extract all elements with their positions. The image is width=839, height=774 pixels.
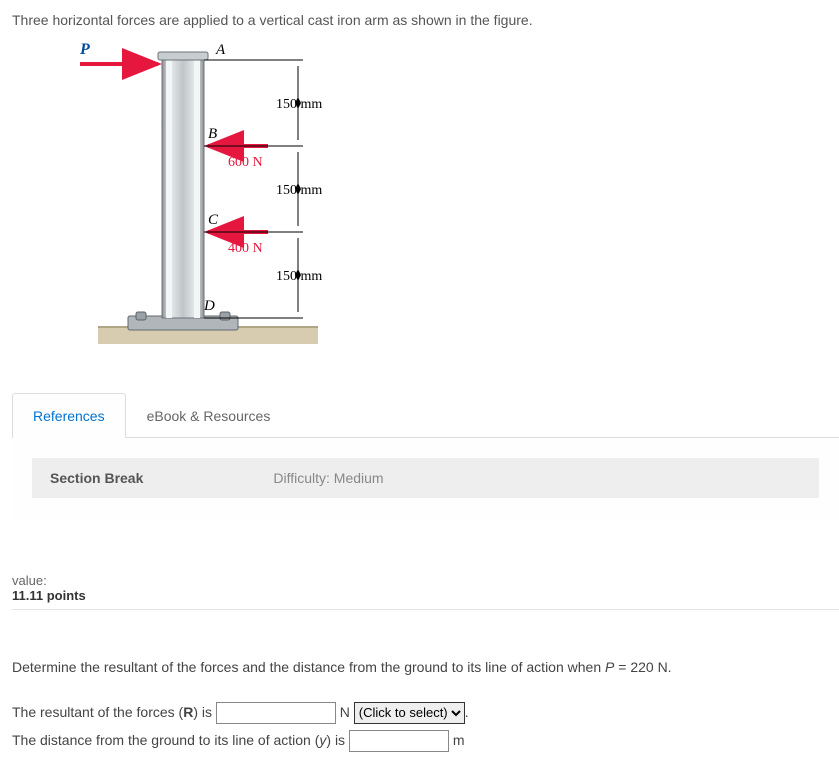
- line1-bold: R: [183, 704, 193, 720]
- line1-end: .: [465, 704, 469, 720]
- line2-pre: The distance from the ground to its line…: [12, 732, 319, 748]
- question-prompt: Determine the resultant of the forces an…: [12, 655, 839, 680]
- tab-panel: Section Break Difficulty: Medium: [12, 437, 839, 518]
- answer-line-r: The resultant of the forces (R) is N (Cl…: [12, 698, 839, 726]
- input-distance[interactable]: [349, 730, 449, 752]
- figure-label-d: D: [203, 298, 215, 314]
- value-block: value: 11.11 points: [12, 573, 839, 603]
- tab-ebook[interactable]: eBook & Resources: [126, 393, 292, 438]
- difficulty-label: Difficulty: Medium: [273, 470, 383, 486]
- line2-post: ) is: [326, 732, 349, 748]
- prompt-post: = 220 N.: [614, 659, 671, 675]
- divider: [12, 609, 839, 610]
- line2-var: y: [319, 732, 326, 748]
- figure-dim-cd: 150 mm: [276, 269, 322, 284]
- unit-n: N: [336, 704, 354, 720]
- line1-post: ) is: [193, 704, 216, 720]
- tab-references[interactable]: References: [12, 393, 126, 438]
- figure-dim-ab: 150 mm: [276, 97, 322, 112]
- section-break-label: Section Break: [50, 470, 143, 486]
- figure-force-c: 400 N: [228, 241, 263, 256]
- figure-label-a: A: [215, 42, 226, 58]
- select-direction[interactable]: (Click to select): [354, 702, 465, 724]
- unit-m: m: [449, 732, 465, 748]
- line1-pre: The resultant of the forces (: [12, 704, 183, 720]
- answer-line-y: The distance from the ground to its line…: [12, 726, 839, 754]
- figure-label-b: B: [208, 126, 217, 142]
- figure-label-p: P: [79, 41, 90, 58]
- figure-force-b: 600 N: [228, 155, 263, 170]
- figure-dim-bc: 150 mm: [276, 183, 322, 198]
- points-value: 11.11 points: [12, 588, 839, 603]
- problem-figure: P A B 600 N C 400 N D 150 mm 150 mm 150 …: [68, 38, 839, 358]
- tabs: References eBook & Resources: [12, 393, 839, 438]
- problem-intro: Three horizontal forces are applied to a…: [12, 12, 839, 28]
- answer-lines: The resultant of the forces (R) is N (Cl…: [12, 698, 839, 754]
- prompt-pre: Determine the resultant of the forces an…: [12, 659, 605, 675]
- value-label: value:: [12, 573, 839, 588]
- prompt-var: P: [605, 659, 614, 675]
- figure-label-c: C: [208, 212, 219, 228]
- section-break-row: Section Break Difficulty: Medium: [32, 458, 819, 498]
- input-resultant[interactable]: [216, 702, 336, 724]
